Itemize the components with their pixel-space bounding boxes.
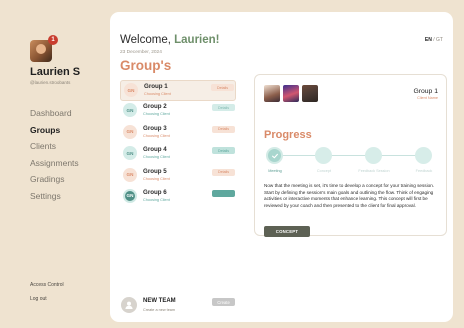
sidebar-item-groups[interactable]: Groups xyxy=(30,124,79,141)
sidebar-item-dashboard[interactable]: Dashboard xyxy=(30,107,79,124)
check-icon xyxy=(271,153,278,158)
group-name: Group 2 xyxy=(143,103,167,111)
user-name: Laurien S xyxy=(30,66,81,78)
create-team-button[interactable]: Create xyxy=(212,298,235,306)
detail-group-title: Group 1 xyxy=(413,88,438,95)
concept-button[interactable]: CONCEPT xyxy=(264,226,310,237)
group-badge: GN xyxy=(123,188,137,203)
member-avatar[interactable] xyxy=(264,85,280,102)
user-handle: @laurien.stroobants xyxy=(30,80,71,85)
page-title: Group's xyxy=(120,58,172,73)
group-badge: GN xyxy=(123,103,137,118)
step-meeting[interactable] xyxy=(266,147,283,164)
welcome-prefix: Welcome, xyxy=(120,34,171,46)
group-name: Group 4 xyxy=(143,146,167,154)
notification-badge[interactable]: 1 xyxy=(48,35,58,45)
step-label: Feedback xyxy=(415,169,433,173)
language-switcher[interactable]: EN / GT xyxy=(425,37,443,43)
group-client: Choosing Client xyxy=(143,155,170,160)
member-avatar[interactable] xyxy=(283,85,299,102)
group-row-3[interactable]: GN Group 3 Choosing Client Details xyxy=(120,123,236,144)
step-label: Concept xyxy=(316,169,332,173)
group-details-button[interactable]: Details xyxy=(212,104,235,112)
group-client: Choosing Client xyxy=(143,197,170,202)
welcome-name: Laurien! xyxy=(174,34,220,46)
progress-stepper: Meeting Concept Feedback Session Feedbac… xyxy=(255,147,448,177)
group-list: GN Group 1 Choosing Client Details GN Gr… xyxy=(120,80,236,208)
group-client: Choosing Client xyxy=(144,92,171,96)
group-row-5[interactable]: GN Group 5 Choosing Client Details xyxy=(120,166,236,187)
lang-other[interactable]: / GT xyxy=(433,37,443,43)
sidebar-item-gradings[interactable]: Gradings xyxy=(30,173,79,190)
group-details-button[interactable]: Details xyxy=(211,84,234,91)
group-badge: GN xyxy=(123,124,137,139)
sidebar-nav: Dashboard Groups Clients Assignments Gra… xyxy=(30,107,79,207)
progress-title: Progress xyxy=(264,129,312,141)
group-row-2[interactable]: GN Group 2 Choosing Client Details xyxy=(120,101,236,122)
step-description: Now that the meeting is set, it's time t… xyxy=(264,183,435,208)
main-panel: Welcome, Laurien! 23 December, 2024 EN /… xyxy=(110,12,453,322)
detail-client-name: Client Name xyxy=(417,96,438,100)
group-row-6[interactable]: GN Group 6 Choosing Client Details xyxy=(120,187,236,208)
step-feedback-session[interactable] xyxy=(365,147,382,164)
group-row-1[interactable]: GN Group 1 Choosing Client Details xyxy=(120,80,236,102)
member-avatars xyxy=(264,85,318,102)
new-team-subtitle: Create a new team xyxy=(143,308,176,312)
group-row-4[interactable]: GN Group 4 Choosing Client Details xyxy=(120,144,236,165)
group-client: Choosing Client xyxy=(143,133,170,138)
group-badge: GN xyxy=(123,146,137,161)
group-badge: GN xyxy=(124,83,138,97)
group-name: Group 3 xyxy=(143,124,167,132)
current-date: 23 December, 2024 xyxy=(120,50,162,55)
step-feedback[interactable] xyxy=(415,147,432,164)
access-control-link[interactable]: Access Control xyxy=(30,282,64,288)
new-team-title: NEW TEAM xyxy=(143,298,176,304)
sidebar-item-clients[interactable]: Clients xyxy=(30,140,79,157)
group-details-button[interactable]: Details xyxy=(212,125,235,133)
sidebar-item-assignments[interactable]: Assignments xyxy=(30,157,79,174)
group-client: Choosing Client xyxy=(143,176,170,181)
step-label: Meeting xyxy=(268,169,282,173)
logout-link[interactable]: Log out xyxy=(30,296,47,302)
user-icon xyxy=(121,297,137,313)
step-label: Feedback Session xyxy=(358,169,390,173)
sidebar: 1 Laurien S @laurien.stroobants Dashboar… xyxy=(0,0,108,328)
group-details-button[interactable]: Details xyxy=(212,189,235,197)
user-avatar-wrap[interactable]: 1 xyxy=(30,35,58,62)
group-name: Group 6 xyxy=(143,188,167,196)
sidebar-item-settings[interactable]: Settings xyxy=(30,190,79,207)
lang-current[interactable]: EN xyxy=(425,37,432,43)
welcome-heading: Welcome, Laurien! xyxy=(120,34,220,46)
group-detail-card: Group 1 Client Name Progress Meeting Con… xyxy=(254,74,448,237)
group-details-button[interactable]: Details xyxy=(212,147,235,155)
group-name: Group 5 xyxy=(143,167,167,175)
group-name: Group 1 xyxy=(144,83,168,90)
step-concept[interactable] xyxy=(315,147,332,164)
group-client: Choosing Client xyxy=(143,112,170,117)
stepper-line xyxy=(275,155,428,156)
group-badge: GN xyxy=(123,167,137,182)
group-details-button[interactable]: Details xyxy=(212,168,235,176)
member-avatar[interactable] xyxy=(302,85,318,102)
